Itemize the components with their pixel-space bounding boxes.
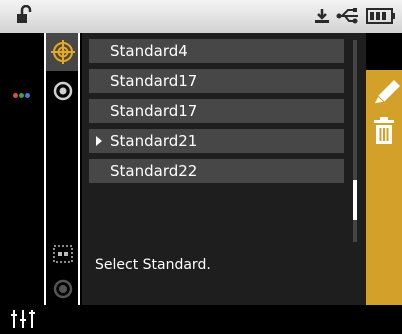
circle-icon[interactable] (53, 279, 73, 303)
list-item-label: Standard4 (110, 42, 188, 60)
side-toolbar (366, 33, 402, 305)
list-item[interactable]: Standard22 (89, 159, 344, 183)
status-message: Select Standard. (95, 257, 211, 273)
list-item[interactable]: Standard17 (89, 99, 344, 123)
list-item-label: Standard17 (110, 72, 198, 90)
list-item[interactable]: Standard4 (89, 39, 344, 63)
list-item-label: Standard21 (110, 132, 198, 150)
target-icon-active[interactable] (51, 38, 75, 70)
usb-icon (336, 6, 362, 30)
target-icon[interactable] (53, 81, 73, 105)
list-item-label: Standard22 (110, 162, 198, 180)
dashed-box-icon[interactable] (53, 245, 73, 267)
selection-arrow-icon (96, 136, 102, 146)
trash-icon[interactable] (373, 117, 395, 149)
sliders-icon[interactable] (10, 308, 36, 334)
pencil-icon[interactable] (370, 78, 402, 112)
list-item[interactable]: Standard17 (89, 69, 344, 93)
lock-open-icon (14, 4, 34, 29)
download-icon (312, 6, 332, 30)
list-item-label: Standard17 (110, 102, 198, 120)
status-bar (0, 0, 402, 33)
scrollbar-thumb[interactable] (353, 180, 357, 220)
side-toolbar-top (366, 33, 402, 70)
mode-column (44, 33, 80, 305)
left-strip (0, 33, 44, 328)
dots-icon[interactable] (13, 83, 31, 102)
list-item-selected[interactable]: Standard21 (89, 129, 344, 153)
battery-icon (366, 8, 396, 28)
